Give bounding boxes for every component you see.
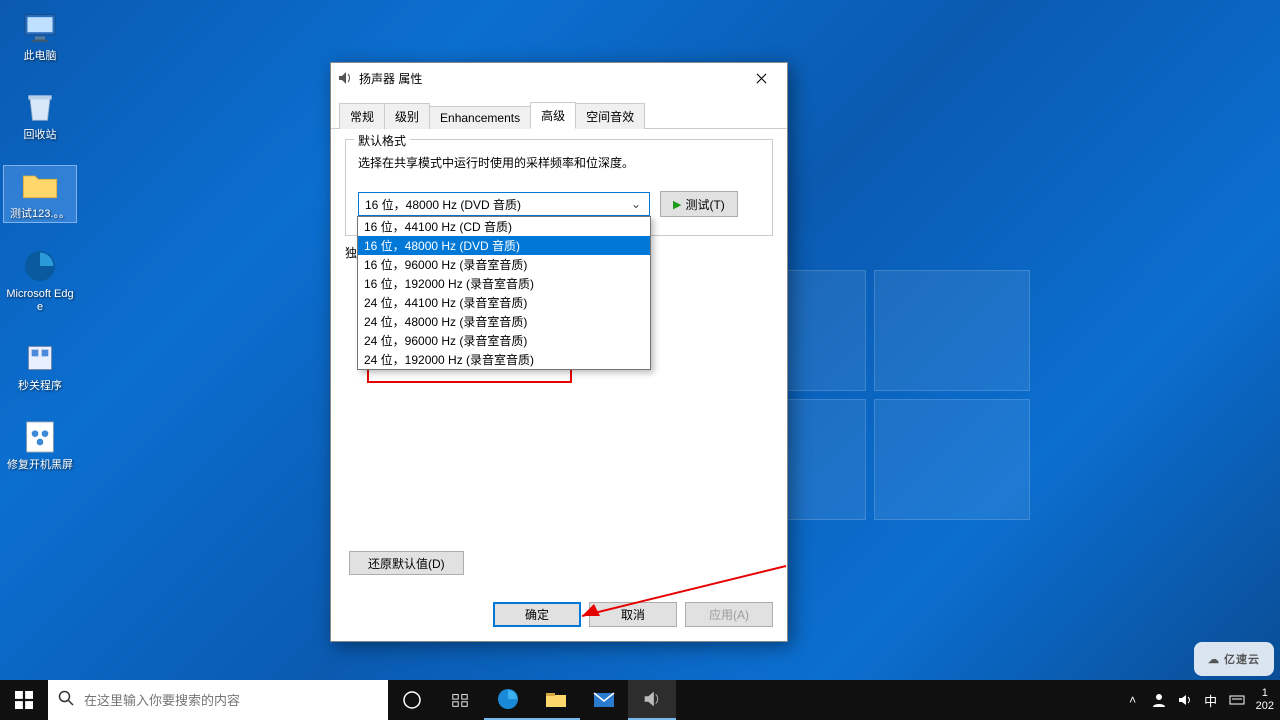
clock-time: 1	[1256, 687, 1274, 700]
tray-volume-icon[interactable]	[1172, 680, 1198, 720]
chevron-down-icon: ⌄	[629, 197, 643, 211]
icon-label: 回收站	[24, 129, 57, 142]
tab-general[interactable]: 常规	[339, 103, 385, 129]
dialog-buttons: 确定 取消 应用(A)	[493, 602, 773, 627]
format-combo[interactable]: 16 位，48000 Hz (DVD 音质) ⌄ 16 位，44100 Hz (…	[358, 192, 650, 216]
format-option[interactable]: 16 位，96000 Hz (录音室音质)	[358, 255, 650, 274]
tab-content: 默认格式 选择在共享模式中运行时使用的采样频率和位深度。 16 位，48000 …	[331, 129, 787, 277]
taskbar: ˄ 中 1 202	[0, 680, 1280, 720]
combo-selected-text: 16 位，48000 Hz (DVD 音质)	[365, 196, 521, 213]
group-legend: 默认格式	[354, 132, 410, 149]
test-button[interactable]: ▶ 测试(T)	[660, 191, 738, 217]
recycle-bin-icon	[20, 87, 60, 127]
taskbar-app-edge[interactable]	[484, 680, 532, 720]
watermark-badge: ☁ 亿速云	[1194, 642, 1274, 676]
apply-button: 应用(A)	[685, 602, 773, 627]
desktop-icon-recycle-bin[interactable]: 回收站	[4, 87, 76, 142]
format-dropdown: 16 位，44100 Hz (CD 音质) 16 位，48000 Hz (DVD…	[357, 216, 651, 370]
app-icon	[20, 338, 60, 378]
icon-label: 秒关程序	[18, 380, 62, 393]
search-input[interactable]	[84, 680, 378, 720]
tab-advanced[interactable]: 高级	[530, 102, 576, 129]
desktop-icon-test-folder[interactable]: 测试123.。。	[4, 166, 76, 221]
icon-label: 测试123.。。	[10, 208, 70, 221]
taskbar-app-sound[interactable]	[628, 680, 676, 720]
desktop-icon-this-pc[interactable]: 此电脑	[4, 8, 76, 63]
desktop-icon-fix-boot[interactable]: 修复开机黑屏	[4, 417, 76, 472]
tab-strip: 常规 级别 Enhancements 高级 空间音效	[331, 93, 787, 129]
default-format-group: 默认格式 选择在共享模式中运行时使用的采样频率和位深度。 16 位，48000 …	[345, 139, 773, 236]
tray-chevron-up-icon[interactable]: ˄	[1120, 680, 1146, 720]
tray-people-icon[interactable]	[1146, 680, 1172, 720]
search-icon	[58, 690, 74, 711]
clock-date: 202	[1256, 700, 1274, 713]
taskbar-search[interactable]	[48, 680, 388, 720]
tab-levels[interactable]: 级别	[384, 103, 430, 129]
speaker-properties-dialog: 扬声器 属性 常规 级别 Enhancements 高级 空间音效 默认格式 选…	[330, 62, 788, 642]
desktop-icon-close-app[interactable]: 秒关程序	[4, 338, 76, 393]
restore-defaults-button[interactable]: 还原默认值(D)	[349, 551, 464, 575]
test-label: 测试(T)	[685, 196, 724, 213]
taskbar-app-mail[interactable]	[580, 680, 628, 720]
folder-icon	[20, 166, 60, 206]
format-option[interactable]: 16 位，48000 Hz (DVD 音质)	[358, 236, 650, 255]
ok-button[interactable]: 确定	[493, 602, 581, 627]
cancel-button[interactable]: 取消	[589, 602, 677, 627]
format-option[interactable]: 24 位，44100 Hz (录音室音质)	[358, 293, 650, 312]
format-description: 选择在共享模式中运行时使用的采样频率和位深度。	[358, 154, 760, 171]
timeline-button[interactable]	[436, 680, 484, 720]
format-option[interactable]: 16 位，192000 Hz (录音室音质)	[358, 274, 650, 293]
close-button[interactable]	[741, 64, 781, 92]
play-icon: ▶	[673, 198, 681, 211]
watermark-text: 亿速云	[1224, 651, 1260, 667]
taskbar-app-explorer[interactable]	[532, 680, 580, 720]
format-option[interactable]: 24 位，192000 Hz (录音室音质)	[358, 350, 650, 369]
dialog-title: 扬声器 属性	[359, 70, 741, 87]
format-option[interactable]: 24 位，96000 Hz (录音室音质)	[358, 331, 650, 350]
icon-label: 修复开机黑屏	[7, 459, 73, 472]
desktop-icon-edge[interactable]: Microsoft Edge	[4, 246, 76, 314]
tab-spatial[interactable]: 空间音效	[575, 103, 645, 129]
edge-icon	[20, 246, 60, 286]
titlebar[interactable]: 扬声器 属性	[331, 63, 787, 93]
desktop-icons: 此电脑 回收站 测试123.。。 Microsoft Edge 秒关程序	[4, 8, 76, 472]
taskbar-clock[interactable]: 1 202	[1250, 687, 1280, 713]
task-view-button[interactable]	[388, 680, 436, 720]
watermark-cloud-icon: ☁	[1208, 653, 1220, 666]
format-option[interactable]: 24 位，48000 Hz (录音室音质)	[358, 312, 650, 331]
icon-label: 此电脑	[24, 50, 57, 63]
system-tray: ˄ 中 1 202	[1120, 680, 1280, 720]
tray-keyboard-icon[interactable]	[1224, 680, 1250, 720]
desktop: 此电脑 回收站 测试123.。。 Microsoft Edge 秒关程序	[0, 0, 1280, 720]
repair-icon	[20, 417, 60, 457]
tray-ime-indicator[interactable]: 中	[1198, 680, 1224, 720]
start-button[interactable]	[0, 680, 48, 720]
format-option[interactable]: 16 位，44100 Hz (CD 音质)	[358, 217, 650, 236]
speaker-icon	[337, 70, 353, 86]
icon-label: Microsoft Edge	[4, 288, 76, 314]
this-pc-icon	[20, 8, 60, 48]
tab-enhancements[interactable]: Enhancements	[429, 106, 531, 129]
